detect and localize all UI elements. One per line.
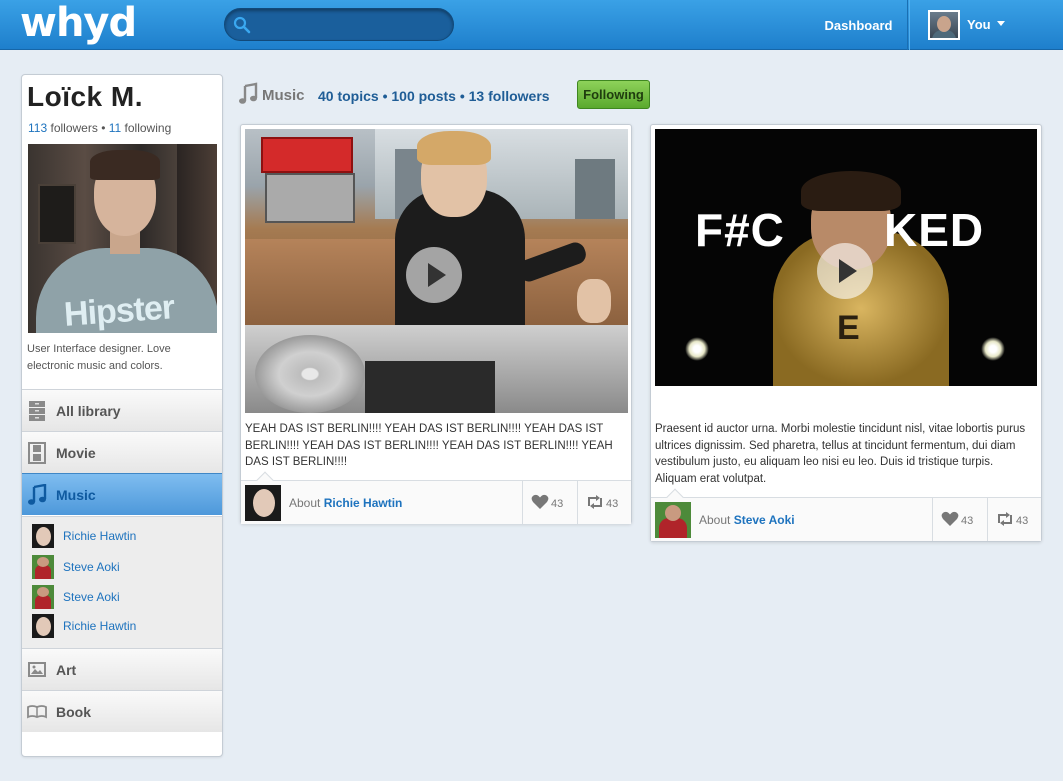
film-icon xyxy=(28,442,46,464)
section-title: Music xyxy=(262,87,305,104)
dashboard-link[interactable]: Dashboard xyxy=(810,0,908,50)
artist-avatar xyxy=(32,524,54,548)
sidebar-item-label: Movie xyxy=(56,445,96,461)
artist-item-steve-aoki[interactable]: Steve Aoki xyxy=(32,555,217,579)
repost-button[interactable]: 43 xyxy=(577,481,631,524)
book-icon xyxy=(27,705,47,719)
about-artist-link[interactable]: Richie Hawtin xyxy=(324,496,403,510)
sidebar-item-label: Art xyxy=(56,662,77,678)
artist-name: Richie Hawtin xyxy=(63,529,137,543)
heart-icon xyxy=(531,494,549,509)
following-button[interactable]: Following xyxy=(577,80,650,109)
artist-name: Steve Aoki xyxy=(63,560,120,574)
user-menu[interactable]: You xyxy=(909,0,1063,50)
music-icon xyxy=(239,82,258,104)
like-button[interactable]: 43 xyxy=(522,481,577,524)
post-footer: About Steve Aoki 43 43 xyxy=(651,488,1041,541)
about-prefix: About xyxy=(699,513,731,527)
library-icon xyxy=(29,401,45,421)
post-about: About Steve Aoki xyxy=(699,513,795,527)
artist-item-steve-aoki[interactable]: Steve Aoki xyxy=(32,585,217,609)
sidebar-item-book[interactable]: Book xyxy=(22,690,222,732)
artist-name: Richie Hawtin xyxy=(63,619,137,633)
section-stats[interactable]: 40 topics • 100 posts • 13 followers xyxy=(318,88,550,104)
artist-avatar xyxy=(32,614,54,638)
post-description: Praesent id auctor urna. Morbi molestie … xyxy=(655,423,1026,485)
search-input[interactable] xyxy=(255,13,445,37)
video-title-text: F#C xyxy=(695,204,785,256)
like-count: 43 xyxy=(961,515,974,527)
profile-sidebar: Loïck M. 113 followers • 11 following Hi… xyxy=(21,74,223,757)
stats-separator: • xyxy=(101,121,106,135)
sidebar-item-label: Book xyxy=(56,704,91,720)
user-avatar[interactable] xyxy=(928,10,960,40)
chevron-down-icon xyxy=(997,21,1005,26)
repost-icon xyxy=(998,512,1012,526)
picture-icon xyxy=(28,662,46,677)
sidebar-item-label: All library xyxy=(56,403,121,419)
artist-avatar xyxy=(32,585,54,609)
profile-name: Loïck M. xyxy=(27,81,144,112)
post-card: YEAH DAS IST BERLIN!!!! YEAH DAS IST BER… xyxy=(240,124,632,524)
sidebar-item-label: Music xyxy=(56,487,96,503)
user-menu-label: You xyxy=(967,17,991,32)
following-label[interactable]: following xyxy=(125,121,172,135)
following-count[interactable]: 11 xyxy=(109,121,121,135)
like-count: 43 xyxy=(551,498,564,510)
followers-count[interactable]: 113 xyxy=(28,121,47,135)
music-icon xyxy=(28,484,47,505)
artist-avatar[interactable] xyxy=(245,485,281,521)
video-title-text: KED xyxy=(884,204,985,256)
sidebar-item-art[interactable]: Art xyxy=(22,648,222,690)
profile-stats: 113 followers • 11 following xyxy=(28,121,171,135)
profile-photo-shirt-text: Hipster xyxy=(62,288,176,333)
about-artist-link[interactable]: Steve Aoki xyxy=(734,513,795,527)
repost-count: 43 xyxy=(1016,515,1029,527)
followers-label[interactable]: followers xyxy=(50,121,97,135)
post-about: About Richie Hawtin xyxy=(289,496,402,510)
search-icon xyxy=(233,16,251,34)
repost-button[interactable]: 43 xyxy=(987,498,1041,541)
sidebar-item-movie[interactable]: Movie xyxy=(22,431,222,473)
search-box[interactable] xyxy=(224,8,454,41)
sidebar-item-music[interactable]: Music xyxy=(22,473,222,515)
artist-item-richie-hawtin[interactable]: Richie Hawtin xyxy=(32,524,217,548)
profile-bio: User Interface designer. Love electronic… xyxy=(27,343,171,372)
music-artist-list: Richie Hawtin Steve Aoki Steve Aoki Rich… xyxy=(22,516,222,648)
video-thumbnail[interactable]: F#C KED E xyxy=(655,129,1037,386)
video-shirt-text: E xyxy=(837,309,860,347)
artist-avatar[interactable] xyxy=(655,502,691,538)
about-prefix: About xyxy=(289,496,321,510)
post-card: F#C KED E Praesent id auctor urna. Morbi… xyxy=(650,124,1042,542)
artist-name: Steve Aoki xyxy=(63,590,120,604)
whyd-logo[interactable]: whyd xyxy=(20,0,137,46)
like-button[interactable]: 43 xyxy=(932,498,987,541)
profile-photo: Hipster xyxy=(28,144,217,333)
artist-avatar xyxy=(32,555,54,579)
post-footer: About Richie Hawtin 43 43 xyxy=(241,471,631,524)
repost-count: 43 xyxy=(606,498,619,510)
artist-item-richie-hawtin[interactable]: Richie Hawtin xyxy=(32,614,217,638)
heart-icon xyxy=(941,511,959,526)
play-icon[interactable] xyxy=(817,243,873,299)
video-thumbnail[interactable] xyxy=(245,129,628,413)
sidebar-item-all-library[interactable]: All library xyxy=(22,389,222,431)
top-bar: whyd Dashboard You xyxy=(0,0,1063,50)
play-icon[interactable] xyxy=(406,247,462,303)
repost-icon xyxy=(588,495,602,509)
post-description: YEAH DAS IST BERLIN!!!! YEAH DAS IST BER… xyxy=(245,423,613,468)
